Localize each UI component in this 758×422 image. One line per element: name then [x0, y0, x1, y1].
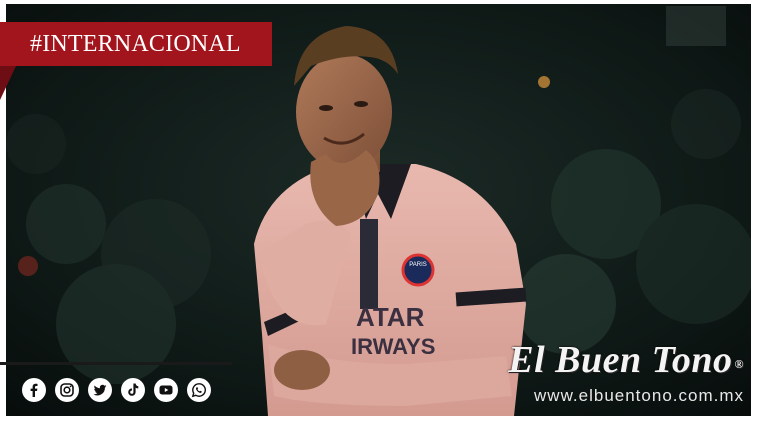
- tiktok-icon[interactable]: [121, 378, 145, 402]
- crest-text: PARIS: [409, 262, 427, 268]
- brand-watermark: El Buen Tono ® www.elbuentono.com.mx: [508, 340, 744, 406]
- jersey-sponsor-line2: IRWAYS: [351, 334, 435, 359]
- facebook-icon[interactable]: [22, 378, 46, 402]
- brand-url: www.elbuentono.com.mx: [534, 386, 744, 405]
- club-crest: [401, 253, 435, 287]
- trademark-mark: ®: [734, 357, 744, 371]
- social-divider: [0, 362, 232, 365]
- player-head: [296, 54, 392, 170]
- category-label: #INTERNACIONAL: [30, 30, 241, 57]
- jersey-sponsor-line1: ATAR: [356, 302, 425, 332]
- brand-name: El Buen Tono ®: [508, 339, 744, 381]
- twitter-icon[interactable]: [88, 378, 112, 402]
- whatsapp-icon[interactable]: [187, 378, 211, 402]
- category-banner: #INTERNACIONAL: [0, 22, 272, 66]
- youtube-icon[interactable]: [154, 378, 178, 402]
- social-links: [22, 378, 211, 402]
- instagram-icon[interactable]: [55, 378, 79, 402]
- banner-fold: [0, 66, 16, 100]
